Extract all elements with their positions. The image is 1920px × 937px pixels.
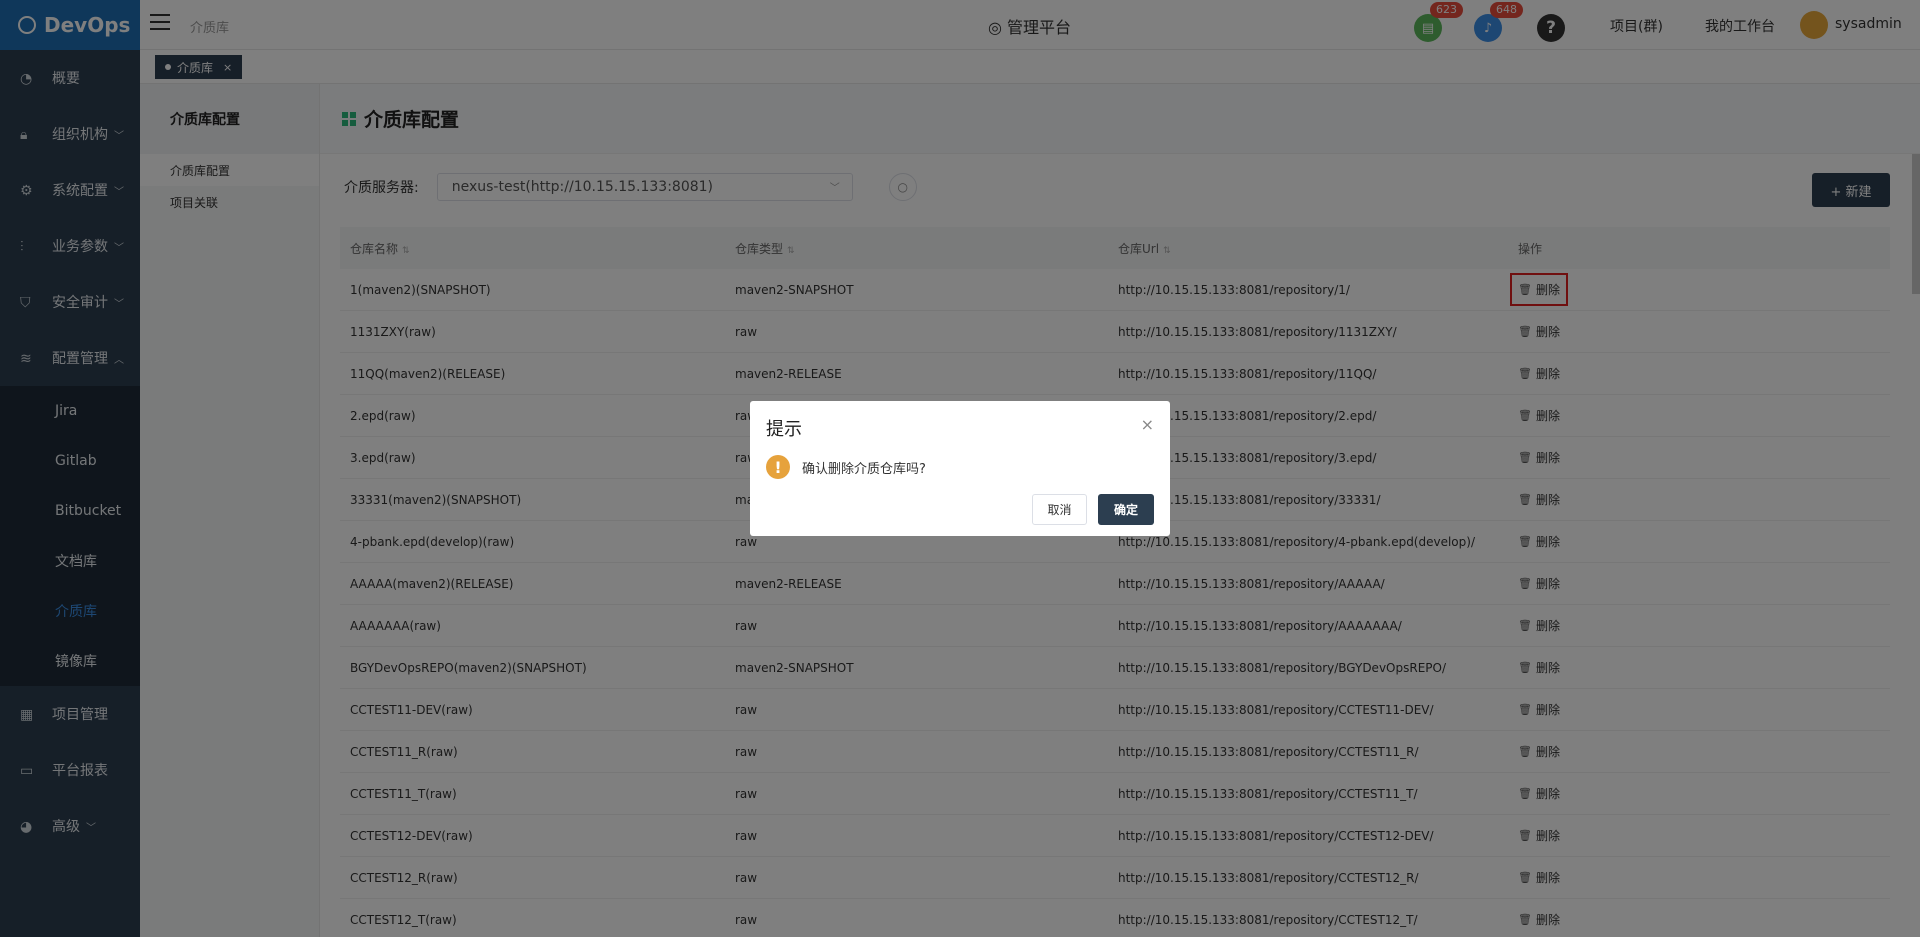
confirm-button[interactable]: 确定: [1098, 494, 1154, 525]
dialog-title: 提示: [766, 419, 802, 440]
warning-icon: !: [766, 455, 790, 479]
app-root: DevOps ◔概要🔒︎组织机构﹀⚙系统配置﹀⫶业务参数﹀⛉安全审计﹀≋配置管理…: [0, 0, 1920, 937]
cancel-button[interactable]: 取消: [1032, 494, 1087, 525]
dialog-message: 确认删除介质仓库吗?: [802, 461, 926, 477]
confirm-dialog: 提示 × ! 确认删除介质仓库吗? 取消 确定: [750, 401, 1170, 536]
close-icon[interactable]: ×: [1141, 415, 1154, 434]
dialog-body: ! 确认删除介质仓库吗?: [766, 455, 926, 479]
